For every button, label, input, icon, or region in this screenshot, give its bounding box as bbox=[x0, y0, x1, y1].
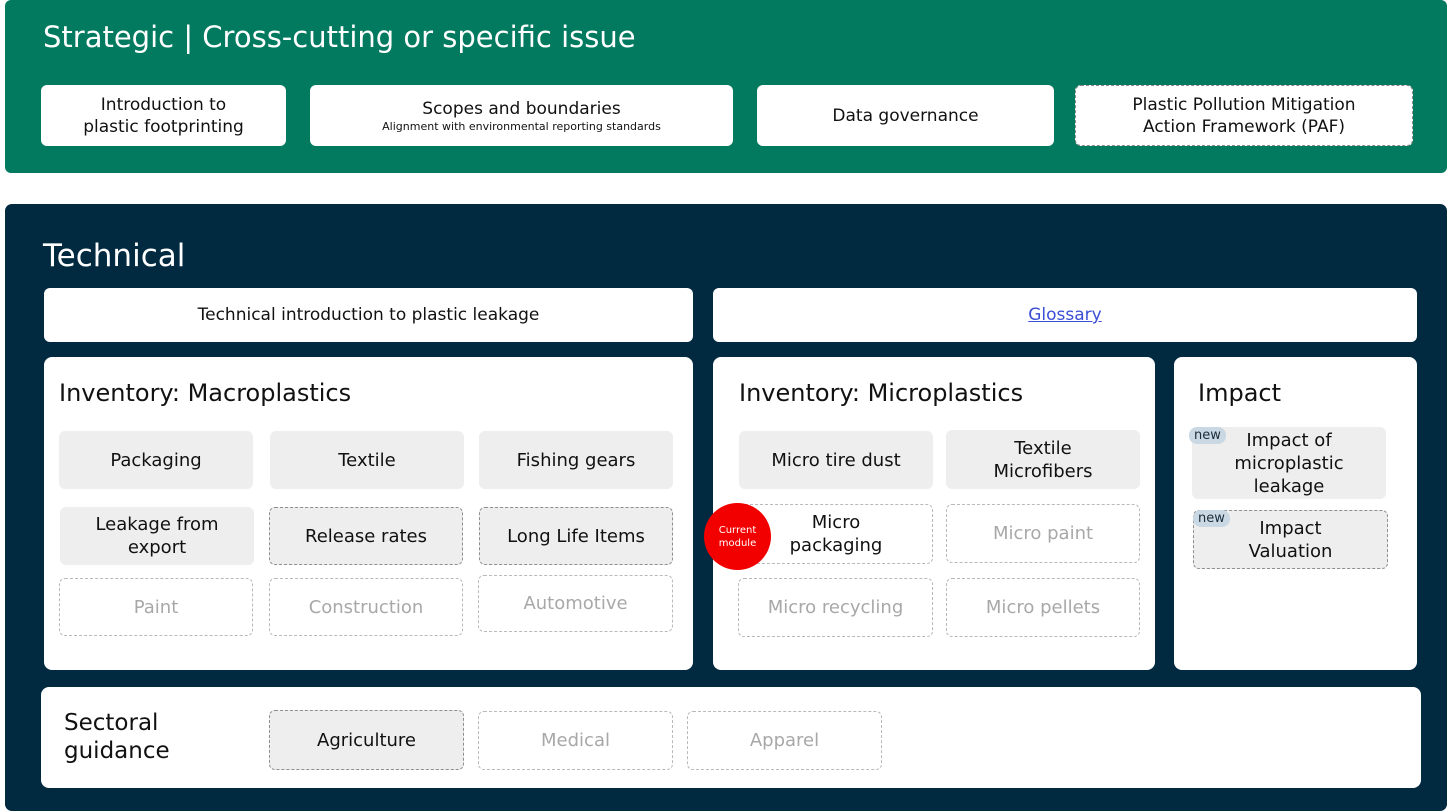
glossary-link[interactable]: Glossary bbox=[1028, 305, 1101, 325]
micro-item-recycling[interactable]: Micro recycling bbox=[738, 578, 933, 637]
sector-item-medical[interactable]: Medical bbox=[478, 711, 673, 770]
item-label: Micro recycling bbox=[767, 597, 904, 618]
card-paf[interactable]: Plastic Pollution Mitigation Action Fram… bbox=[1075, 85, 1413, 146]
new-badge: new bbox=[1193, 510, 1230, 527]
item-label: Valuation bbox=[1248, 540, 1333, 562]
item-label: leakage bbox=[1253, 475, 1325, 497]
item-label: microplastic bbox=[1234, 452, 1344, 474]
item-label: Leakage from bbox=[95, 514, 219, 535]
card-line: Action Framework (PAF) bbox=[1143, 116, 1345, 137]
sectoral-guidance-title: Sectoral guidance bbox=[64, 709, 170, 765]
macro-item-leakage-export[interactable]: Leakage from export bbox=[60, 507, 254, 565]
item-label: Impact bbox=[1259, 517, 1322, 539]
item-label: Agriculture bbox=[317, 729, 416, 751]
micro-item-tire-dust[interactable]: Micro tire dust bbox=[739, 431, 933, 489]
micro-item-pellets[interactable]: Micro pellets bbox=[946, 578, 1140, 637]
item-label: Release rates bbox=[305, 525, 427, 547]
macro-item-automotive[interactable]: Automotive bbox=[478, 575, 673, 632]
item-label: Micro bbox=[811, 512, 861, 533]
current-module-marker: Current module bbox=[704, 503, 771, 570]
macroplastics-title: Inventory: Macroplastics bbox=[59, 379, 352, 407]
microplastics-title: Inventory: Microplastics bbox=[739, 379, 1024, 407]
card-data-governance[interactable]: Data governance bbox=[757, 85, 1054, 146]
card-scopes-boundaries[interactable]: Scopes and boundaries Alignment with env… bbox=[310, 85, 733, 146]
macro-item-fishing-gears[interactable]: Fishing gears bbox=[479, 431, 673, 489]
impact-title: Impact bbox=[1198, 379, 1282, 407]
micro-item-paint[interactable]: Micro paint bbox=[946, 504, 1140, 563]
sector-item-agriculture[interactable]: Agriculture bbox=[269, 710, 464, 770]
card-subtitle: Alignment with environmental reporting s… bbox=[382, 119, 661, 133]
macro-item-paint[interactable]: Paint bbox=[59, 578, 253, 636]
item-label: packaging bbox=[789, 535, 883, 556]
strategic-title: Strategic | Cross-cutting or specific is… bbox=[43, 20, 636, 54]
item-label: Microfibers bbox=[993, 460, 1093, 482]
item-label: Paint bbox=[133, 596, 179, 618]
item-label: Fishing gears bbox=[516, 449, 636, 471]
card-line: Introduction to bbox=[100, 94, 227, 115]
card-line: Scopes and boundaries bbox=[422, 98, 621, 119]
technical-intro-bar[interactable]: Technical introduction to plastic leakag… bbox=[44, 288, 693, 342]
item-label: Automotive bbox=[523, 593, 628, 614]
sectoral-title-line: Sectoral bbox=[64, 710, 159, 736]
card-line: Data governance bbox=[832, 105, 979, 126]
macro-item-long-life-items[interactable]: Long Life Items bbox=[479, 507, 673, 565]
item-label: Apparel bbox=[749, 730, 820, 751]
sectoral-title-line: guidance bbox=[64, 738, 170, 764]
card-introduction-footprinting[interactable]: Introduction to plastic footprinting bbox=[41, 85, 286, 146]
item-label: Construction bbox=[308, 596, 424, 618]
technical-intro-label: Technical introduction to plastic leakag… bbox=[197, 305, 540, 325]
item-label: Textile bbox=[338, 449, 396, 471]
item-label: Micro pellets bbox=[985, 597, 1101, 618]
macro-item-packaging[interactable]: Packaging bbox=[59, 431, 253, 489]
macro-item-construction[interactable]: Construction bbox=[269, 578, 463, 636]
item-label: Textile bbox=[1014, 437, 1072, 459]
item-label: Long Life Items bbox=[507, 525, 645, 547]
glossary-bar: Glossary bbox=[713, 288, 1417, 342]
macro-item-textile[interactable]: Textile bbox=[270, 431, 464, 489]
sector-item-apparel[interactable]: Apparel bbox=[687, 711, 882, 770]
card-line: plastic footprinting bbox=[83, 116, 244, 137]
technical-title: Technical bbox=[43, 238, 186, 274]
micro-item-textile-microfibers[interactable]: Textile Microfibers bbox=[946, 430, 1140, 489]
item-label: Micro tire dust bbox=[771, 449, 901, 471]
item-label: Packaging bbox=[110, 449, 202, 471]
new-badge: new bbox=[1189, 427, 1226, 444]
current-module-line: module bbox=[718, 537, 757, 549]
card-line: Plastic Pollution Mitigation bbox=[1132, 94, 1356, 115]
macro-item-release-rates[interactable]: Release rates bbox=[269, 507, 463, 565]
item-label: Impact of bbox=[1246, 429, 1332, 451]
item-label: Micro paint bbox=[992, 523, 1094, 544]
item-label: export bbox=[127, 537, 187, 558]
current-module-line: Current bbox=[718, 524, 757, 536]
item-label: Medical bbox=[541, 730, 610, 751]
